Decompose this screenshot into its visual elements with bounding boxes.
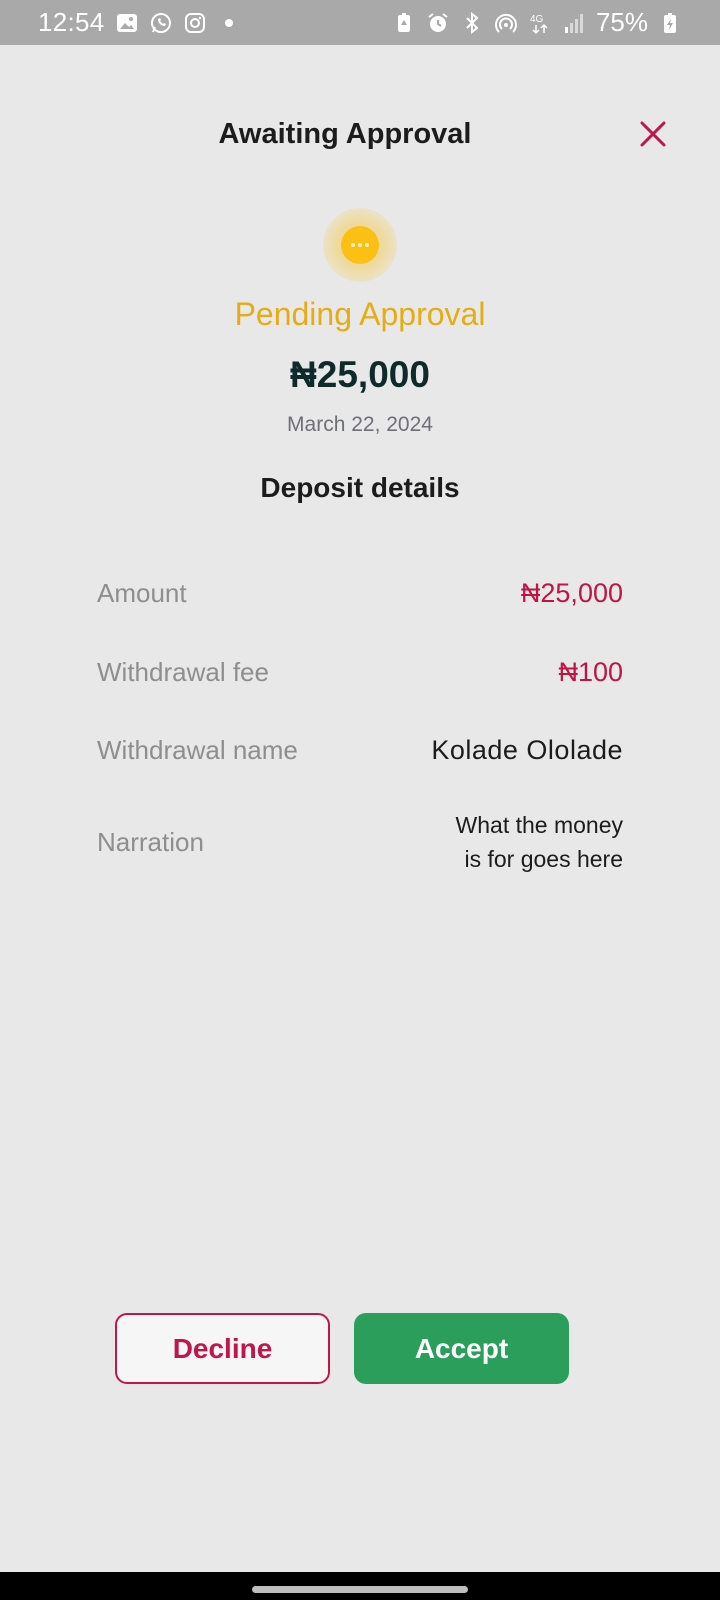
transaction-amount: ₦25,000 <box>290 354 430 395</box>
svg-text:4G: 4G <box>530 14 544 25</box>
close-icon <box>640 121 666 152</box>
detail-label: Amount <box>97 578 187 608</box>
whatsapp-icon <box>149 11 173 35</box>
close-button[interactable] <box>637 120 669 152</box>
notification-dot-icon <box>224 18 233 27</box>
detail-value: What the money is for goes here <box>456 808 623 876</box>
battery-saver-icon <box>392 11 416 35</box>
detail-label: Narration <box>97 826 204 857</box>
network-4g-icon: 4G <box>528 11 552 35</box>
status-time: 12:54 <box>38 7 105 37</box>
more-dots-icon <box>341 226 379 264</box>
battery-percent: 75% <box>595 7 648 37</box>
narration-line: What the money <box>455 812 623 838</box>
detail-row-withdrawal-name: Withdrawal name Kolade Ololade <box>97 735 623 766</box>
signal-icon <box>562 11 586 35</box>
detail-label: Withdrawal fee <box>97 657 269 687</box>
gallery-icon <box>115 11 139 35</box>
battery-icon <box>658 11 682 35</box>
status-bar-left: 12:54 <box>38 7 233 38</box>
section-title: Deposit details <box>260 472 460 503</box>
home-indicator[interactable] <box>252 1586 468 1593</box>
status-bar-right: 4G 75% <box>392 7 682 38</box>
detail-row-narration: Narration What the money is for goes her… <box>97 808 623 876</box>
narration-line: is for goes here <box>464 846 623 872</box>
status-bar: 12:54 4G 75% <box>0 0 720 45</box>
status-label: Pending Approval <box>234 296 486 332</box>
bluetooth-icon <box>460 11 484 35</box>
hotspot-icon <box>494 11 518 35</box>
accept-button[interactable]: Accept <box>354 1313 569 1384</box>
page-title: Awaiting Approval <box>218 118 472 150</box>
detail-row-amount: Amount ₦25,000 <box>97 578 623 609</box>
alarm-icon <box>426 11 450 35</box>
decline-button[interactable]: Decline <box>115 1313 330 1384</box>
navigation-bar <box>0 1572 720 1600</box>
detail-value: ₦25,000 <box>520 578 623 608</box>
instagram-icon <box>183 11 207 35</box>
detail-value: Kolade Ololade <box>431 735 623 765</box>
detail-value: ₦100 <box>558 657 623 687</box>
detail-row-withdrawal-fee: Withdrawal fee ₦100 <box>97 657 623 688</box>
transaction-date: March 22, 2024 <box>287 413 433 436</box>
pending-status-icon <box>323 208 397 282</box>
detail-label: Withdrawal name <box>97 735 298 765</box>
